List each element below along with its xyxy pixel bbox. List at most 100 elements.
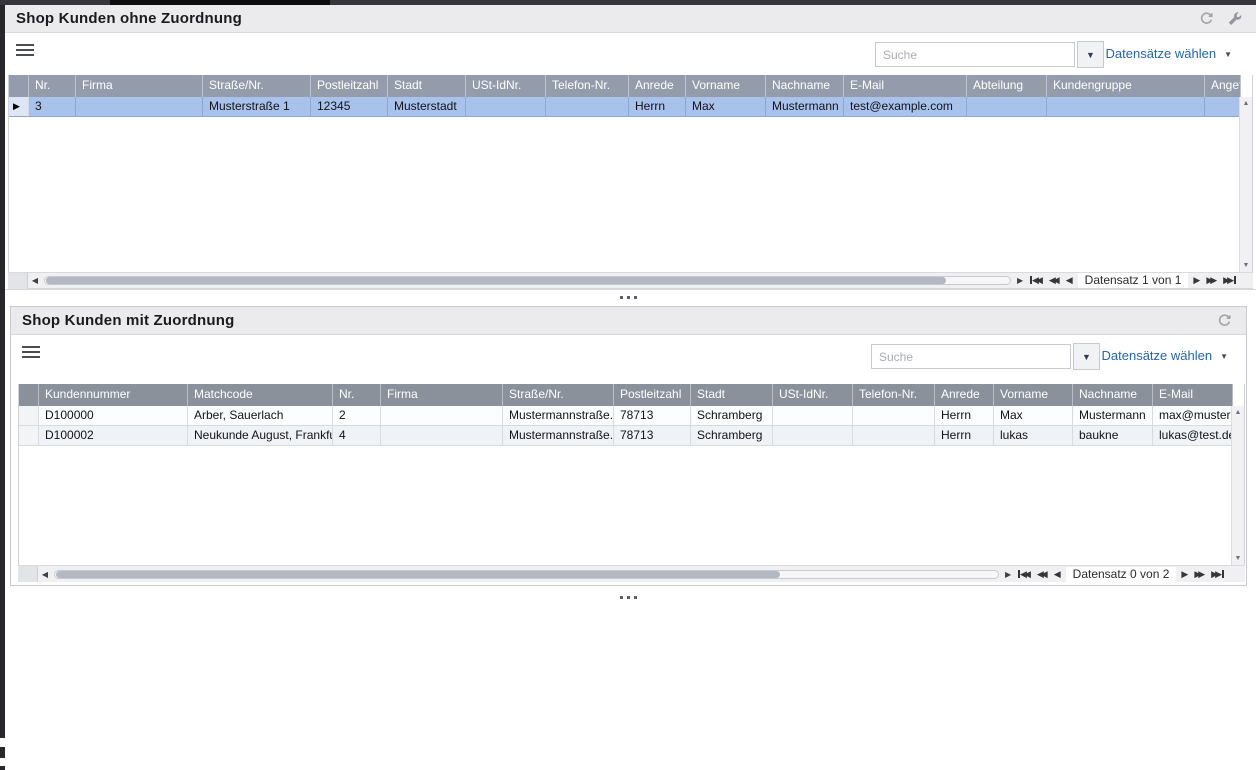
column-header-stadt[interactable]: Stadt	[691, 384, 773, 406]
table-cell[interactable]: Arber, Sauerlach	[188, 406, 333, 426]
vscroll-up-icon[interactable]: ▲	[1243, 97, 1250, 110]
hscroll-right-icon[interactable]: ▶	[1013, 276, 1027, 285]
column-header-ust-idnr-[interactable]: USt-IdNr.	[773, 384, 853, 406]
column-header-nachname[interactable]: Nachname	[766, 75, 844, 97]
table-cell[interactable]: D100002	[39, 426, 188, 446]
nav-next-record-button[interactable]: ▶	[1178, 569, 1191, 580]
table-row[interactable]: D100002Neukunde August, Frankfurt4 Muster…	[19, 426, 1244, 446]
vscroll-up-icon[interactable]: ▲	[1235, 406, 1242, 419]
hscrollbar-thumb[interactable]	[46, 277, 946, 284]
column-header-ust-idnr-[interactable]: USt-IdNr.	[466, 75, 546, 97]
column-header-stra-e-nr-[interactable]: Straße/Nr.	[203, 75, 311, 97]
nav-next-record-button[interactable]: ▶	[1190, 275, 1203, 286]
choose-records-dropdown[interactable]: Datensätze wählen▼	[1102, 348, 1229, 363]
table-cell[interactable]: D100000	[39, 406, 188, 426]
table-cell[interactable]	[381, 406, 503, 426]
table-cell[interactable]	[466, 97, 546, 117]
table-cell[interactable]: 2	[333, 406, 381, 426]
table-cell[interactable]: Mustermann	[1073, 406, 1153, 426]
table-cell[interactable]	[381, 426, 503, 446]
filter-dropdown-button[interactable]: ▼	[1077, 41, 1104, 68]
table-cell[interactable]	[76, 97, 203, 117]
column-header-angefra[interactable]: Angefra	[1205, 75, 1241, 97]
table-cell[interactable]: lukas	[994, 426, 1073, 446]
filter-dropdown-button[interactable]: ▼	[1073, 343, 1100, 370]
table-cell[interactable]: Mustermannstraße...	[503, 426, 614, 446]
nav-prev-record-button[interactable]: ◀	[1051, 569, 1064, 580]
vscrollbar[interactable]: ▲▼	[1239, 97, 1252, 272]
table-cell[interactable]: max@mustern	[1153, 406, 1233, 426]
current-row-marker-icon[interactable]: ▶	[9, 97, 29, 117]
table-cell[interactable]: 12345	[311, 97, 388, 117]
column-header-nr-[interactable]: Nr.	[29, 75, 76, 97]
refresh-icon[interactable]	[1199, 11, 1214, 26]
nav-prev-record-button[interactable]: ◀	[1063, 275, 1076, 286]
table-cell[interactable]: lukas@test.de	[1153, 426, 1233, 446]
menu-icon[interactable]	[22, 346, 40, 360]
table-cell[interactable]: 3	[29, 97, 76, 117]
table-cell[interactable]	[1205, 97, 1241, 117]
column-header-anrede[interactable]: Anrede	[629, 75, 686, 97]
table-cell[interactable]	[773, 406, 853, 426]
hscrollbar-track[interactable]	[44, 276, 1011, 285]
column-header-nr-[interactable]: Nr.	[333, 384, 381, 406]
table-cell[interactable]: Herrn	[935, 426, 994, 446]
hscrollbar-thumb[interactable]	[56, 571, 780, 578]
table-cell[interactable]	[853, 426, 935, 446]
table-cell[interactable]	[1047, 97, 1205, 117]
table-row[interactable]: D100000Arber, Sauerlach2Mustermannstraße…	[19, 406, 1244, 426]
column-header-e-mail[interactable]: E-Mail	[844, 75, 967, 97]
nav-next-page-button[interactable]: ▶▶	[1203, 275, 1220, 286]
table-cell[interactable]: Herrn	[935, 406, 994, 426]
column-header-kundengruppe[interactable]: Kundengruppe	[1047, 75, 1205, 97]
column-header-matchcode[interactable]: Matchcode	[188, 384, 333, 406]
table-cell[interactable]: baukne	[1073, 426, 1153, 446]
table-cell[interactable]: Mustermann	[766, 97, 844, 117]
column-header-abteilung[interactable]: Abteilung	[967, 75, 1047, 97]
column-header-postleitzahl[interactable]: Postleitzahl	[311, 75, 388, 97]
column-header-firma[interactable]: Firma	[76, 75, 203, 97]
nav-next-page-button[interactable]: ▶▶	[1191, 569, 1208, 580]
column-header-telefon-nr-[interactable]: Telefon-Nr.	[546, 75, 629, 97]
choose-records-dropdown[interactable]: Datensätze wählen▼	[1106, 46, 1233, 61]
nav-last-record-button[interactable]: ▶▶	[1208, 569, 1227, 580]
nav-first-record-button[interactable]: ◀◀	[1015, 569, 1034, 580]
column-header-nachname[interactable]: Nachname	[1073, 384, 1153, 406]
table-cell[interactable]: Schramberg	[691, 426, 773, 446]
nav-prev-page-button[interactable]: ◀◀	[1046, 275, 1063, 286]
column-header-stadt[interactable]: Stadt	[388, 75, 466, 97]
table-cell[interactable]: Max	[686, 97, 766, 117]
table-cell[interactable]	[967, 97, 1047, 117]
panel-splitter-handle[interactable]	[0, 592, 1256, 602]
column-header-firma[interactable]: Firma	[381, 384, 503, 406]
table-cell[interactable]: Herrn	[629, 97, 686, 117]
vscroll-down-icon[interactable]: ▼	[1235, 552, 1242, 565]
search-input[interactable]	[875, 42, 1075, 67]
table-cell[interactable]: test@example.com	[844, 97, 967, 117]
table-cell[interactable]	[853, 406, 935, 426]
column-header-telefon-nr-[interactable]: Telefon-Nr.	[853, 384, 935, 406]
panel-splitter-handle[interactable]	[0, 292, 1256, 302]
row-indicator-cell[interactable]	[19, 426, 39, 446]
nav-first-record-button[interactable]: ◀◀	[1027, 275, 1046, 286]
table-cell[interactable]: Musterstraße 1	[203, 97, 311, 117]
row-indicator-cell[interactable]	[19, 406, 39, 426]
column-header-kundennummer[interactable]: Kundennummer	[39, 384, 188, 406]
column-header-e-mail[interactable]: E-Mail	[1153, 384, 1233, 406]
vscrollbar[interactable]: ▲▼	[1231, 406, 1244, 565]
column-header-postleitzahl[interactable]: Postleitzahl	[614, 384, 691, 406]
hscroll-right-icon[interactable]: ▶	[1001, 570, 1015, 579]
table-cell[interactable]: Schramberg	[691, 406, 773, 426]
column-header-stra-e-nr-[interactable]: Straße/Nr.	[503, 384, 614, 406]
table-cell[interactable]: 4	[333, 426, 381, 446]
table-cell[interactable]: 78713	[614, 406, 691, 426]
table-row[interactable]: ▶3Musterstraße 112345MusterstadtHerrnMax…	[9, 97, 1252, 117]
refresh-icon[interactable]	[1217, 313, 1232, 328]
table-cell[interactable]: 78713	[614, 426, 691, 446]
column-header-vorname[interactable]: Vorname	[686, 75, 766, 97]
search-input[interactable]	[871, 344, 1071, 369]
hscroll-left-icon[interactable]: ◀	[38, 570, 52, 579]
vscroll-down-icon[interactable]: ▼	[1243, 259, 1250, 272]
table-cell[interactable]: Neukunde August, Frankfurt	[188, 426, 333, 446]
table-cell[interactable]	[773, 426, 853, 446]
